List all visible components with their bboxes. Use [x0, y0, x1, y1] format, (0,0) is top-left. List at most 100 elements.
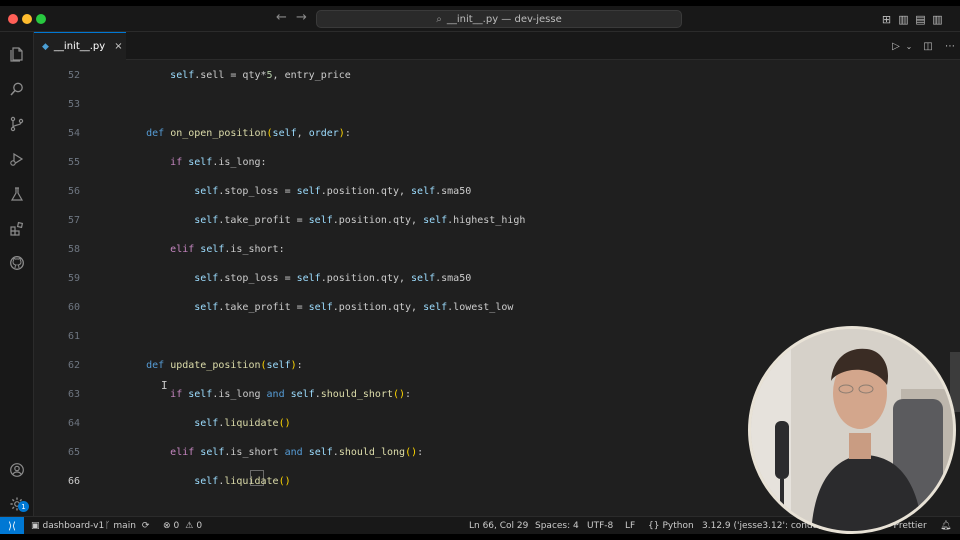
code-token: .position.qty,: [332, 302, 424, 313]
code-token: def: [146, 360, 165, 371]
testing-flask-icon[interactable]: [0, 182, 34, 206]
code-token: .position.qty,: [332, 215, 424, 226]
line-number: 57: [67, 215, 80, 226]
braces-icon: {}: [648, 521, 660, 531]
code-token: self: [194, 215, 219, 226]
code-token: .position.qty,: [320, 273, 412, 284]
accounts-icon[interactable]: [0, 458, 34, 482]
git-branch-label: main: [113, 521, 136, 531]
code-token: :: [417, 447, 424, 458]
presenter-video: [751, 329, 953, 531]
language-mode[interactable]: {} Python: [648, 517, 694, 534]
encoding[interactable]: UTF-8: [587, 517, 613, 534]
split-editor-icon[interactable]: ◫: [920, 38, 936, 54]
code-line[interactable]: 60 self.take_profit = self.position.qty,…: [34, 300, 934, 316]
code-token: self: [308, 215, 333, 226]
code-token: if: [170, 157, 183, 168]
toggle-secondary-sidebar-icon[interactable]: ▥: [929, 11, 946, 27]
gear-icon[interactable]: [0, 492, 34, 516]
source-control-icon[interactable]: [0, 112, 34, 136]
code-token: self: [272, 128, 297, 139]
code-token: if: [170, 389, 183, 400]
code-token: .lowest_low: [447, 302, 514, 313]
project-folder-item[interactable]: ▣ dashboard-v1: [31, 517, 104, 534]
settings-notification-badge: 1: [18, 501, 29, 512]
arrow-left-icon[interactable]: ←: [276, 10, 287, 25]
run-debug-icon[interactable]: [0, 147, 34, 171]
explorer-icon[interactable]: [0, 42, 34, 66]
code-line[interactable]: 59 self.stop_loss = self.position.qty, s…: [34, 271, 934, 287]
tab-init-py[interactable]: ◆ __init__.py ×: [34, 32, 126, 60]
code-token: self: [411, 186, 436, 197]
problems-item[interactable]: ⊗ 0 ⚠ 0: [163, 517, 202, 534]
code-line[interactable]: 52 self.sell = qty*5, entry_price: [34, 68, 934, 84]
chevron-down-icon[interactable]: ⌄: [904, 38, 914, 54]
toggle-panel-icon[interactable]: ▤: [912, 11, 929, 27]
webcam-overlay: [748, 326, 956, 534]
code-token: .sma50: [435, 273, 472, 284]
search-icon[interactable]: [0, 77, 34, 101]
code-text: if self.is_long and self.should_short():: [122, 387, 411, 403]
code-token: .is_short: [224, 447, 285, 458]
extensions-icon[interactable]: [0, 217, 34, 241]
line-number: 66: [67, 476, 80, 487]
code-text: def on_open_position(self, order):: [122, 126, 351, 142]
run-python-file-icon[interactable]: ▷: [888, 38, 904, 54]
code-token: .stop_loss =: [218, 186, 297, 197]
line-number: 62: [67, 360, 80, 371]
github-icon[interactable]: [0, 251, 34, 275]
code-token: update_position: [170, 360, 261, 371]
code-line[interactable]: 56 self.stop_loss = self.position.qty, s…: [34, 184, 934, 200]
code-token: .position.qty,: [320, 186, 412, 197]
close-window-button[interactable]: [8, 14, 18, 24]
code-line[interactable]: 53: [34, 97, 934, 113]
customize-layout-icon[interactable]: ⊞: [878, 11, 895, 27]
close-icon[interactable]: ×: [114, 41, 122, 52]
maximize-window-button[interactable]: [36, 14, 46, 24]
remote-indicator-icon[interactable]: ⟩⟨: [0, 517, 24, 534]
code-token: self: [200, 447, 225, 458]
more-actions-icon[interactable]: ⋯: [942, 38, 958, 54]
code-token: elif: [170, 244, 195, 255]
arrow-right-icon[interactable]: →: [296, 10, 307, 25]
git-branch-icon: ᚴ: [105, 521, 111, 531]
sync-icon[interactable]: ⟳: [142, 521, 150, 531]
line-number: 64: [67, 418, 80, 429]
code-token: and: [266, 389, 285, 400]
code-token: (): [393, 389, 406, 400]
code-token: self: [188, 157, 213, 168]
bell-icon[interactable]: 🔔︎: [940, 517, 951, 534]
code-text: if self.is_long:: [122, 155, 266, 171]
command-center-search[interactable]: ⌕ __init__.py — dev-jesse: [316, 10, 682, 28]
end-of-line[interactable]: LF: [625, 517, 635, 534]
command-center-label: __init__.py — dev-jesse: [446, 13, 562, 25]
cursor-position[interactable]: Ln 66, Col 29: [469, 517, 528, 534]
toggle-primary-sidebar-icon[interactable]: ▥: [895, 11, 912, 27]
code-token: def: [146, 128, 165, 139]
code-line[interactable]: 58 elif self.is_short:: [34, 242, 934, 258]
line-number: 56: [67, 186, 80, 197]
git-branch-item[interactable]: ᚴ main ⟳: [105, 517, 149, 534]
code-token: , entry_price: [272, 70, 351, 81]
code-token: self: [296, 273, 321, 284]
code-line[interactable]: 55 if self.is_long:: [34, 155, 934, 171]
indentation[interactable]: Spaces: 4: [535, 517, 579, 534]
minimize-window-button[interactable]: [22, 14, 32, 24]
code-line[interactable]: 57 self.take_profit = self.position.qty,…: [34, 213, 934, 229]
code-text: self.liquidate(): [122, 474, 290, 490]
code-token: self: [290, 389, 315, 400]
code-line[interactable]: 54 def on_open_position(self, order):: [34, 126, 934, 142]
code-token: liquidate: [224, 476, 279, 487]
line-number: 52: [67, 70, 80, 81]
code-text: elif self.is_short and self.should_long(…: [122, 445, 423, 461]
code-token: :: [344, 128, 351, 139]
line-number: 60: [67, 302, 80, 313]
line-number: 61: [67, 331, 80, 342]
code-token: self: [188, 389, 213, 400]
